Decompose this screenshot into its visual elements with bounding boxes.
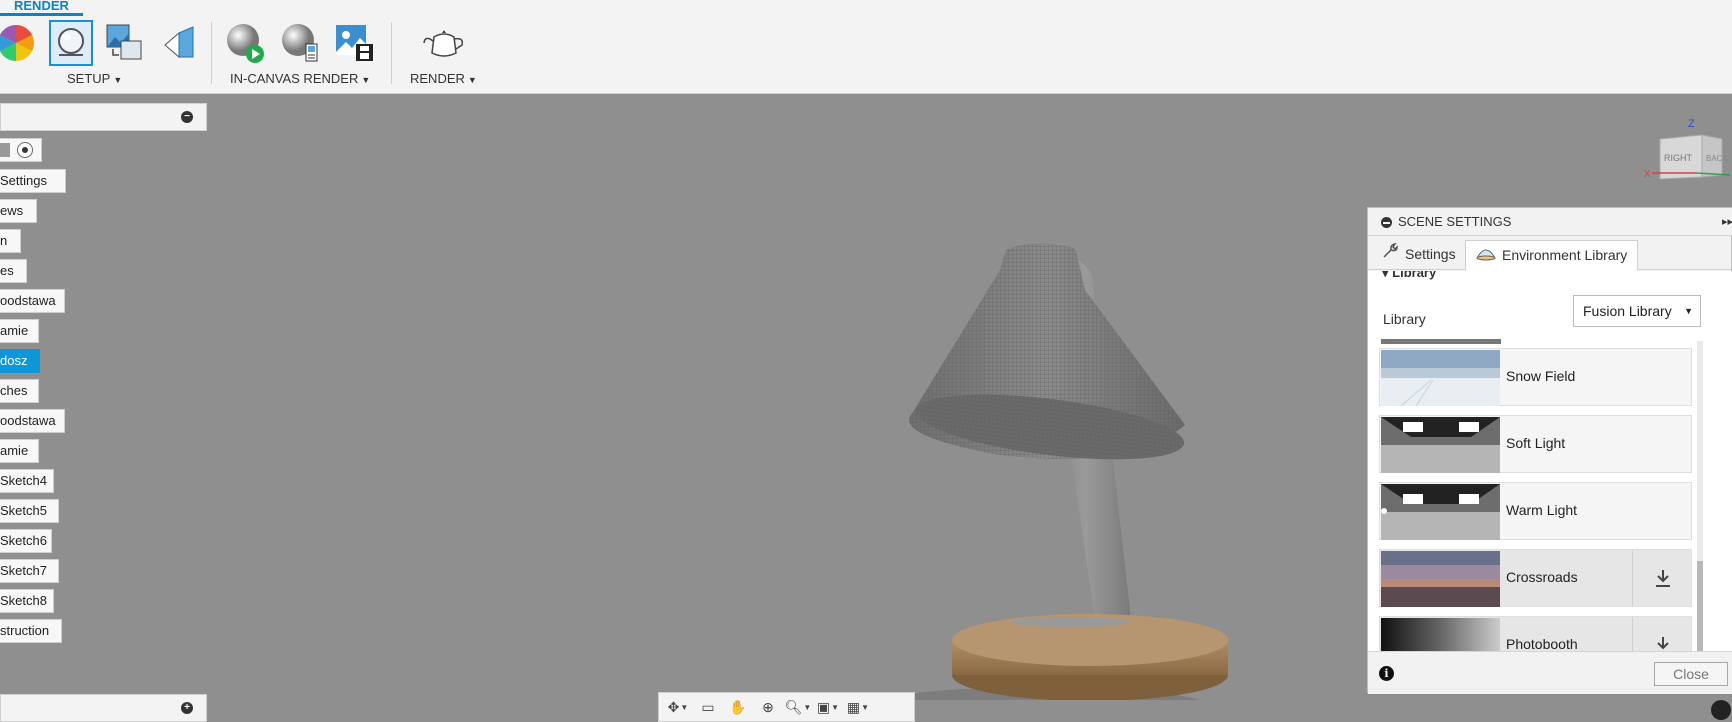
crossroads-thumbnail (1381, 551, 1500, 607)
tab-environment-library[interactable]: Environment Library (1465, 240, 1639, 271)
display-settings-icon[interactable]: ▣ ▼ (813, 695, 843, 719)
environment-item[interactable]: Soft Light (1379, 415, 1692, 473)
browser-item[interactable]: n (0, 229, 21, 253)
environment-library-panel: ▾ Library Library Fusion Library ▼ Snow F… (1368, 271, 1732, 651)
viewcube[interactable]: Z RIGHT BACK X (1640, 117, 1732, 187)
environment-item[interactable]: Warm Light (1379, 482, 1692, 540)
environment-item[interactable]: Crossroads (1379, 549, 1692, 607)
decal-icon[interactable] (157, 20, 201, 66)
browser-item[interactable]: ches (0, 379, 39, 403)
viewcube-axis-x: X (1644, 169, 1651, 180)
zoom-icon[interactable]: ⊕ (753, 695, 783, 719)
look-at-icon[interactable]: ▭ (693, 695, 723, 719)
texture-map-icon[interactable] (103, 20, 147, 66)
render-settings-icon[interactable] (279, 20, 323, 66)
browser-item[interactable]: Sketch8 (0, 589, 54, 613)
library-label: Library (1383, 311, 1426, 327)
grid-settings-icon[interactable]: ▦ ▼ (843, 695, 873, 719)
orbit-icon[interactable]: ✥ ▼ (663, 695, 693, 719)
viewcube-face-back: BACK (1706, 154, 1728, 163)
navigation-bar: ✥ ▼ ▭ ✋ ⊕ 🔍︎ ▼ ▣ ▼ ▦ ▼ (658, 692, 915, 722)
browser-item[interactable]: Sketch4 (0, 469, 54, 493)
lamp-model (900, 243, 1228, 700)
separator (211, 22, 212, 84)
notification-icon[interactable] (1711, 700, 1731, 720)
scene-settings-dialog: SCENE SETTINGS ▸▸ Settings Environment L… (1367, 207, 1732, 694)
environment-dome-icon (1476, 242, 1496, 271)
color-wheel-icon[interactable] (0, 20, 38, 66)
viewcube-face-right: RIGHT (1664, 153, 1693, 163)
dialog-title: SCENE SETTINGS (1398, 214, 1512, 229)
capture-image-icon[interactable] (333, 20, 377, 66)
list-scrollbar[interactable] (1697, 341, 1703, 651)
browser-item-selected[interactable]: dosz (0, 349, 40, 373)
visibility-square-icon[interactable] (0, 143, 10, 157)
library-section-header[interactable]: ▾ Library (1382, 271, 1436, 281)
dialog-tabs: Settings Environment Library (1368, 237, 1732, 271)
fit-icon[interactable]: 🔍︎ ▼ (783, 695, 813, 719)
previous-item-edge (1381, 339, 1501, 344)
scene-settings-icon[interactable] (49, 20, 93, 66)
radio-icon[interactable] (17, 142, 33, 158)
minimize-icon[interactable] (1381, 217, 1392, 228)
pan-hand-icon[interactable]: ✋ (723, 695, 753, 719)
teapot-icon[interactable] (422, 20, 466, 66)
browser-item[interactable]: ews (0, 199, 37, 223)
wrench-icon (1381, 241, 1399, 270)
warm-light-thumbnail (1381, 484, 1500, 540)
toolbar-ribbon: RENDER SETUP ▼ IN-CANVAS RENDER ▼ RENDER… (0, 0, 1732, 94)
dialog-footer: i Close (1368, 651, 1732, 694)
setup-group-label[interactable]: SETUP ▼ (67, 71, 122, 86)
browser-item[interactable]: oodstawa (0, 409, 65, 433)
tab-settings[interactable]: Settings (1371, 240, 1466, 271)
render-group-label[interactable]: RENDER ▼ (410, 71, 477, 86)
browser-item[interactable]: struction (0, 619, 62, 643)
browser-item[interactable]: Sketch5 (0, 499, 59, 523)
browser-header: − (0, 103, 207, 131)
snow-field-thumbnail (1381, 350, 1500, 406)
tab-render[interactable]: RENDER (0, 0, 83, 16)
browser-visibility-row[interactable] (0, 138, 42, 162)
expand-arrows-icon[interactable]: ▸▸ (1722, 208, 1732, 236)
soft-light-thumbnail (1381, 417, 1500, 473)
collapse-icon[interactable]: − (181, 111, 193, 123)
browser-item[interactable]: oodstawa (0, 289, 65, 313)
in-canvas-render-group-label[interactable]: IN-CANVAS RENDER ▼ (230, 71, 370, 86)
browser-item[interactable]: amie (0, 319, 39, 343)
viewcube-axis-z: Z (1688, 118, 1695, 130)
download-icon[interactable] (1632, 550, 1692, 606)
browser-item[interactable]: Sketch7 (0, 559, 59, 583)
in-canvas-render-icon[interactable] (224, 20, 268, 66)
info-icon[interactable]: i (1379, 666, 1394, 681)
download-icon[interactable] (1632, 617, 1692, 651)
environment-item[interactable]: Snow Field (1379, 348, 1692, 406)
dialog-title-bar[interactable]: SCENE SETTINGS ▸▸ (1368, 208, 1732, 236)
expand-icon[interactable]: + (181, 702, 193, 714)
library-dropdown[interactable]: Fusion Library ▼ (1573, 295, 1701, 327)
close-button[interactable]: Close (1654, 662, 1728, 686)
browser-item[interactable]: es (0, 259, 27, 283)
browser-item[interactable]: amie (0, 439, 39, 463)
environment-item[interactable]: Photobooth (1379, 616, 1692, 651)
photobooth-thumbnail (1381, 618, 1500, 651)
separator (391, 22, 392, 84)
browser-item[interactable]: Sketch6 (0, 529, 52, 553)
scrollbar-thumb[interactable] (1697, 561, 1703, 651)
comments-panel-header: + (0, 694, 207, 722)
browser-item[interactable]: Settings (0, 169, 66, 193)
